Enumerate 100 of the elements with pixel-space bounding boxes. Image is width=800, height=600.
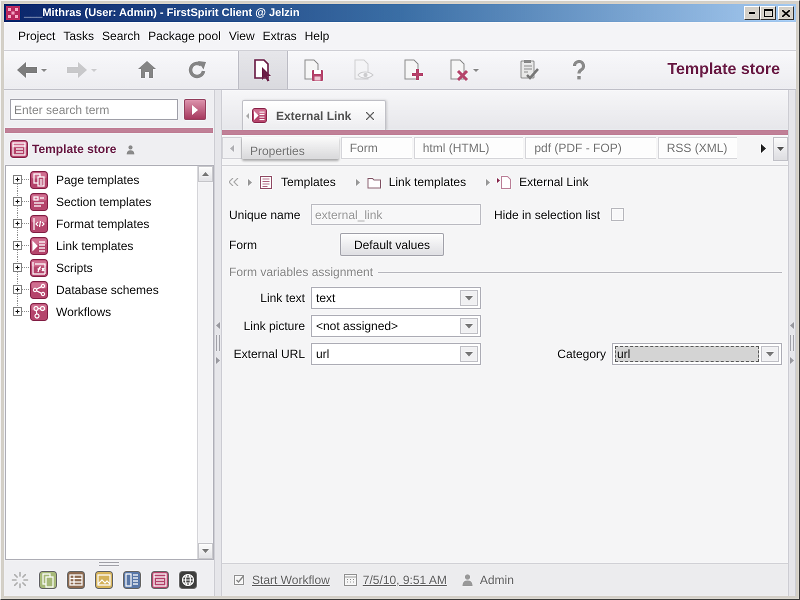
status-text: Admin <box>480 573 514 587</box>
dropdown-field[interactable]: text <box>311 287 481 309</box>
expand-plus-icon[interactable] <box>13 235 29 257</box>
tab[interactable]: Form <box>340 137 412 159</box>
left-triangle-icon <box>216 322 220 329</box>
search-field[interactable]: Enter search term <box>10 99 178 120</box>
tree-item[interactable]: Section templates <box>13 191 152 213</box>
chevron-right-icon <box>248 178 252 186</box>
tab[interactable]: html (HTML) <box>414 137 524 159</box>
minimize-button[interactable] <box>744 6 760 20</box>
right-triangle-icon <box>216 357 220 364</box>
field-label: Hide in selection list <box>494 208 600 222</box>
status-link[interactable]: 7/5/10, 9:51 AM <box>362 573 447 587</box>
breadcrumb-link[interactable]: Templates <box>281 175 336 189</box>
user-icon <box>460 573 474 587</box>
window-title: ___Mithras (User: Admin) - FirstSpirit Client @ Jelzin <box>24 7 301 19</box>
scroll-up-button[interactable] <box>198 166 213 182</box>
code-tile-icon <box>30 215 48 233</box>
right-triangle-icon[interactable] <box>760 144 766 152</box>
default-values-button[interactable]: Default values <box>340 233 444 256</box>
close-icon <box>366 112 374 120</box>
template-icon[interactable] <box>151 571 169 589</box>
app-logo-icon <box>6 6 20 20</box>
tree-item[interactable]: Database schemes <box>13 279 159 301</box>
maximize-button[interactable] <box>760 6 776 20</box>
list-tile-icon <box>30 193 48 211</box>
chevron-right-icon <box>356 178 360 186</box>
field-label: Unique name <box>229 208 302 222</box>
calendar-icon <box>344 573 357 587</box>
dropdown-field[interactable]: url <box>612 343 782 365</box>
field-label: Form <box>229 238 258 252</box>
field-label: External URL <box>232 347 305 361</box>
menu-item[interactable]: Tasks <box>59 26 98 46</box>
expand-plus-icon[interactable] <box>13 213 29 235</box>
menu-item[interactable]: View <box>224 26 259 46</box>
spinner-icon <box>11 571 29 589</box>
down-triangle-icon <box>777 147 784 151</box>
expand-plus-icon[interactable] <box>13 279 29 301</box>
breadcrumb-link[interactable]: Link templates <box>388 175 466 189</box>
maximize-icon <box>764 9 772 17</box>
user-icon <box>126 144 136 154</box>
expand-plus-icon[interactable] <box>13 257 29 279</box>
chevron-left-icon <box>246 112 249 118</box>
caret-icon <box>473 68 479 72</box>
structure-icon[interactable] <box>123 571 141 589</box>
workflow-tile-icon <box>30 303 48 321</box>
tree-item[interactable]: Workflows <box>13 301 112 323</box>
link-tile-icon <box>30 237 48 255</box>
tree-item[interactable]: Link templates <box>13 235 134 257</box>
store-title: Template store <box>32 142 116 156</box>
search-button[interactable] <box>184 99 206 120</box>
field-label: Link picture <box>242 319 305 333</box>
picture-icon[interactable] <box>95 571 113 589</box>
caret-icon <box>41 68 47 72</box>
tab[interactable]: RSS (XML) <box>658 137 738 159</box>
list-page-icon <box>259 174 273 190</box>
menu-item[interactable]: Project <box>14 26 60 46</box>
tab-list-button[interactable] <box>773 137 788 161</box>
template-store-icon <box>10 140 28 158</box>
store-heading: Template store <box>667 61 780 79</box>
pages-icon[interactable] <box>39 571 57 589</box>
menu-item[interactable]: Extras <box>258 26 301 46</box>
right-triangle-icon <box>790 357 794 364</box>
table-icon[interactable] <box>67 571 85 589</box>
globe-icon[interactable] <box>179 571 197 589</box>
left-triangle-icon <box>790 322 794 329</box>
menu-item[interactable]: Help <box>300 26 334 46</box>
checkbox-tick-icon <box>233 573 246 587</box>
breadcrumb-link[interactable]: External Link <box>519 175 588 189</box>
grip-icon[interactable] <box>99 562 119 566</box>
up-triangle-icon <box>202 172 209 176</box>
scrollbar[interactable] <box>197 166 213 559</box>
menu-item[interactable]: Package pool <box>144 26 225 46</box>
grip-icon <box>790 335 794 351</box>
status-link[interactable]: Start Workflow <box>252 573 330 587</box>
tree-item[interactable]: Scripts <box>13 257 93 279</box>
link-tile-icon <box>252 108 267 123</box>
tab[interactable]: Properties <box>242 137 339 159</box>
play-icon <box>192 104 198 114</box>
tree-item[interactable]: Page templates <box>13 169 140 191</box>
close-button[interactable] <box>778 6 794 20</box>
function-tile-icon <box>30 259 48 277</box>
double-chevron-left-icon[interactable] <box>229 178 239 186</box>
menu-item[interactable]: Search <box>98 26 144 46</box>
close-icon <box>782 10 790 16</box>
chevron-right-icon <box>486 178 490 186</box>
field-label: Category <box>557 347 606 361</box>
template-store-button[interactable] <box>238 51 288 89</box>
tree-item[interactable]: Format templates <box>13 213 150 235</box>
scroll-down-button[interactable] <box>198 543 213 559</box>
caret-icon <box>91 68 97 72</box>
share-tile-icon <box>30 281 48 299</box>
dropdown-field[interactable]: <not assigned> <box>311 315 481 337</box>
document-tab[interactable]: External Link <box>242 100 386 130</box>
checkbox[interactable] <box>611 208 624 221</box>
expand-plus-icon[interactable] <box>13 191 29 213</box>
tab[interactable]: pdf (PDF - FOP) <box>525 137 656 159</box>
pages-tile-icon <box>30 171 48 189</box>
dropdown-field[interactable]: url <box>311 343 481 365</box>
left-triangle-icon <box>230 144 234 152</box>
